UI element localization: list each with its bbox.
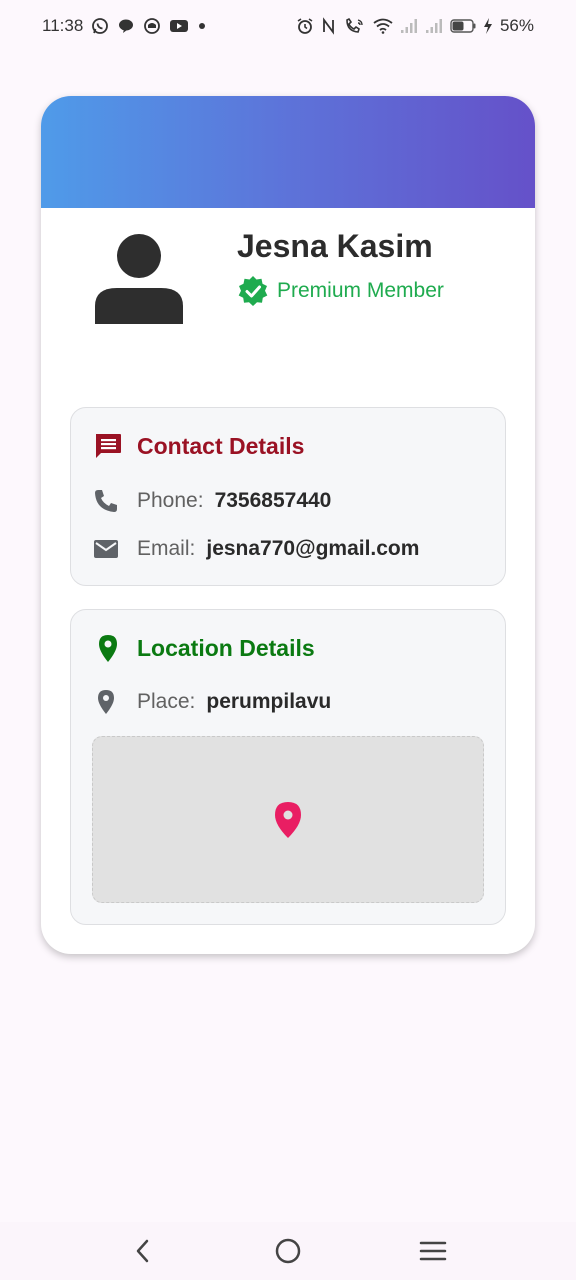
battery-percent: 56% bbox=[499, 16, 534, 35]
chat-icon bbox=[117, 17, 135, 35]
verified-badge-icon bbox=[237, 275, 269, 307]
location-pin-icon bbox=[93, 633, 123, 663]
app-icon bbox=[143, 17, 161, 35]
phone-icon bbox=[93, 488, 137, 514]
battery-icon bbox=[450, 19, 476, 33]
message-icon bbox=[93, 431, 123, 461]
membership-badge: Premium Member bbox=[237, 274, 444, 308]
place-row[interactable]: Place: perumpilavu bbox=[93, 686, 331, 718]
status-bar: 11:38 56% bbox=[0, 0, 576, 52]
status-left: 11:38 bbox=[42, 16, 207, 36]
phone-label: Phone: bbox=[137, 489, 204, 512]
signal-icon bbox=[425, 18, 443, 34]
location-details-title: Location Details bbox=[93, 630, 315, 666]
contact-details-section: Contact Details Phone: 7356857440 Email:… bbox=[70, 407, 506, 586]
avatar-icon bbox=[93, 234, 185, 326]
map-preview[interactable] bbox=[92, 736, 484, 903]
place-pin-icon bbox=[93, 688, 137, 716]
email-value: jesna770@gmail.com bbox=[206, 537, 420, 560]
signal-icon bbox=[400, 18, 418, 34]
place-label: Place: bbox=[137, 690, 196, 713]
membership-label: Premium Member bbox=[277, 279, 444, 302]
system-nav-bar bbox=[0, 1222, 576, 1280]
home-icon bbox=[274, 1237, 302, 1265]
recents-button[interactable] bbox=[403, 1222, 463, 1280]
dot-icon bbox=[197, 21, 207, 31]
phone-row[interactable]: Phone: 7356857440 bbox=[93, 485, 331, 517]
wifi-icon bbox=[373, 18, 393, 34]
contact-title-label: Contact Details bbox=[137, 432, 305, 459]
email-icon bbox=[93, 538, 137, 560]
contact-details-title: Contact Details bbox=[93, 428, 304, 464]
back-button[interactable] bbox=[113, 1222, 173, 1280]
home-button[interactable] bbox=[258, 1222, 318, 1280]
status-right: 56% bbox=[296, 16, 534, 36]
nfc-icon bbox=[321, 17, 337, 35]
charging-icon bbox=[483, 18, 493, 34]
email-row[interactable]: Email: jesna770@gmail.com bbox=[93, 533, 419, 565]
youtube-icon bbox=[169, 18, 189, 34]
location-title-label: Location Details bbox=[137, 634, 315, 661]
volte-call-icon bbox=[344, 17, 366, 35]
email-label: Email: bbox=[137, 537, 196, 560]
location-details-section: Location Details Place: perumpilavu bbox=[70, 609, 506, 925]
map-marker-icon bbox=[274, 801, 302, 839]
recents-icon bbox=[419, 1240, 447, 1262]
card-header-banner bbox=[41, 96, 535, 208]
whatsapp-icon bbox=[91, 17, 109, 35]
back-icon bbox=[133, 1238, 153, 1264]
alarm-icon bbox=[296, 17, 314, 35]
profile-name: Jesna Kasim bbox=[237, 228, 433, 264]
status-time: 11:38 bbox=[42, 16, 84, 35]
place-value: perumpilavu bbox=[206, 690, 332, 713]
profile-card: Jesna Kasim Premium Member Contact Detai… bbox=[41, 96, 535, 954]
phone-value: 7356857440 bbox=[214, 489, 332, 512]
